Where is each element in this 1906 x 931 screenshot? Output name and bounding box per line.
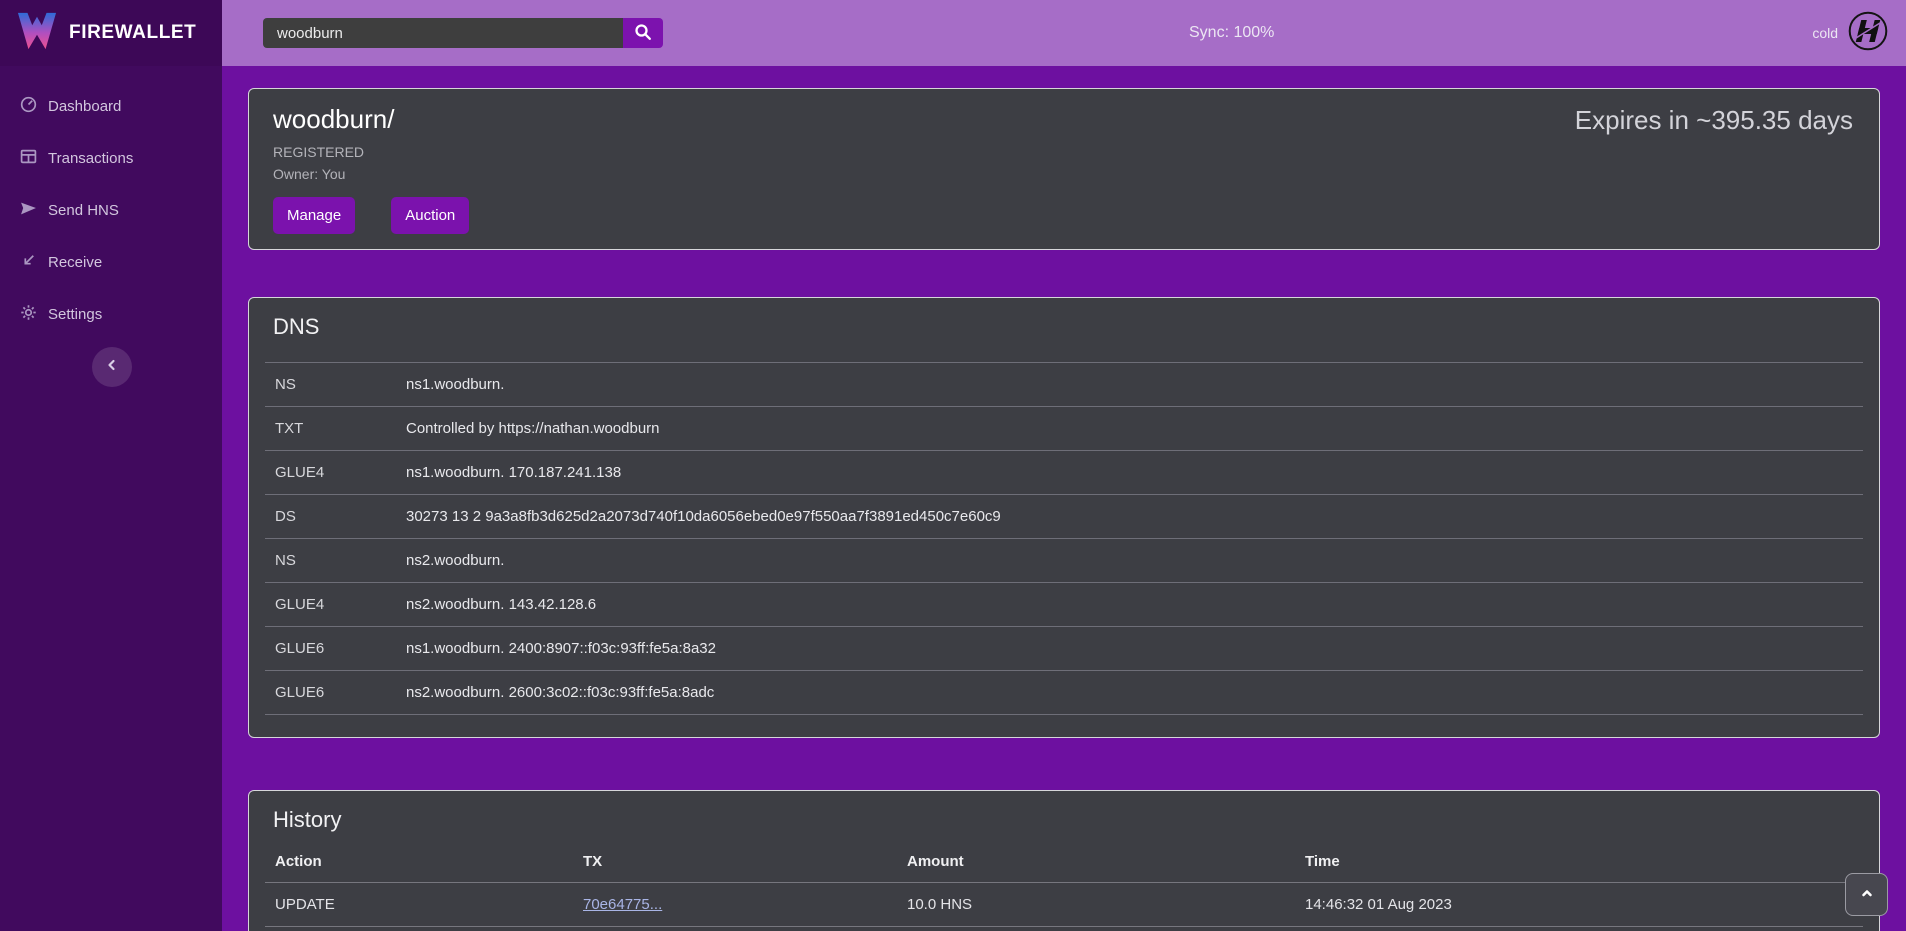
tx-hash-link[interactable]: 70e64775... xyxy=(583,896,662,913)
dns-record-type: NS xyxy=(265,539,396,583)
scroll-to-top-button[interactable] xyxy=(1845,873,1888,916)
sidebar-item-settings[interactable]: Settings xyxy=(0,288,222,340)
arrow-down-left-icon xyxy=(20,252,37,273)
history-amount: 10.0 HNS xyxy=(897,927,1295,931)
name-actions: Manage Auction xyxy=(273,197,1855,234)
sidebar-item-receive[interactable]: Receive xyxy=(0,236,222,288)
topbar: Sync: 100% cold xyxy=(222,0,1906,66)
history-header-row: Action TX Amount Time xyxy=(265,841,1863,883)
handshake-logo-icon xyxy=(1848,11,1888,56)
dns-record-value: ns1.woodburn. xyxy=(396,363,1863,407)
dns-record-value: Controlled by https://nathan.woodburn xyxy=(396,407,1863,451)
dns-card: DNS NS ns1.woodburn. TXT Controlled by h… xyxy=(248,297,1880,738)
dns-record-value: ns2.woodburn. 143.42.128.6 xyxy=(396,583,1863,627)
search-bar xyxy=(263,18,663,48)
sidebar-item-label: Transactions xyxy=(48,150,133,167)
history-row: RENEW d70c4a75... 10.0 HNS 15:17:35 07 J… xyxy=(265,927,1863,931)
name-card: woodburn/ REGISTERED Owner: You Expires … xyxy=(248,88,1880,250)
dns-record-type: GLUE4 xyxy=(265,451,396,495)
owner-label: Owner: You xyxy=(273,166,1855,182)
history-col-action: Action xyxy=(265,841,573,883)
dns-record-row: GLUE4 ns1.woodburn. 170.187.241.138 xyxy=(265,451,1863,495)
wallet-name: cold xyxy=(1812,25,1838,41)
dns-table: NS ns1.woodburn. TXT Controlled by https… xyxy=(265,362,1863,715)
history-time: 15:17:35 07 Jul 2023 xyxy=(1295,927,1863,931)
history-col-time: Time xyxy=(1295,841,1863,883)
sidebar-item-dashboard[interactable]: Dashboard xyxy=(0,80,222,132)
history-time: 14:46:32 01 Aug 2023 xyxy=(1295,883,1863,927)
history-card: History Action TX Amount Time UPDATE 70e… xyxy=(248,790,1880,931)
history-section-title: History xyxy=(265,807,1863,833)
sidebar-item-label: Settings xyxy=(48,306,102,323)
dns-record-value: 30273 13 2 9a3a8fb3d625d2a2073d740f10da6… xyxy=(396,495,1863,539)
manage-button[interactable]: Manage xyxy=(273,197,355,234)
dns-record-value: ns2.woodburn. 2600:3c02::f03c:93ff:fe5a:… xyxy=(396,671,1863,715)
sidebar-item-transactions[interactable]: Transactions xyxy=(0,132,222,184)
search-icon xyxy=(634,23,652,44)
expires-label: Expires in ~395.35 days xyxy=(1575,105,1853,136)
sidebar-item-send-hns[interactable]: Send HNS xyxy=(0,184,222,236)
search-button[interactable] xyxy=(623,18,663,48)
dns-record-row: GLUE6 ns1.woodburn. 2400:8907::f03c:93ff… xyxy=(265,627,1863,671)
dns-record-type: TXT xyxy=(265,407,396,451)
dns-record-row: GLUE6 ns2.woodburn. 2600:3c02::f03c:93ff… xyxy=(265,671,1863,715)
sidebar-item-label: Receive xyxy=(48,254,102,271)
sidebar: FIREWALLET Dashboard Transactions xyxy=(0,0,222,931)
history-amount: 10.0 HNS xyxy=(897,883,1295,927)
dns-record-row: TXT Controlled by https://nathan.woodbur… xyxy=(265,407,1863,451)
dns-record-value: ns1.woodburn. 170.187.241.138 xyxy=(396,451,1863,495)
sync-status: Sync: 100% xyxy=(1189,0,1274,66)
auction-button[interactable]: Auction xyxy=(391,197,469,234)
sidebar-item-label: Send HNS xyxy=(48,202,119,219)
dns-record-type: GLUE6 xyxy=(265,627,396,671)
search-input[interactable] xyxy=(263,18,623,48)
dns-record-row: NS ns1.woodburn. xyxy=(265,363,1863,407)
app-title: FIREWALLET xyxy=(69,22,196,44)
sidebar-nav: Dashboard Transactions Send HNS xyxy=(0,66,222,340)
registration-status: REGISTERED xyxy=(273,144,1855,160)
dns-record-type: DS xyxy=(265,495,396,539)
dns-record-type: GLUE6 xyxy=(265,671,396,715)
brand-header: FIREWALLET xyxy=(0,0,222,66)
sidebar-collapse-button[interactable] xyxy=(92,347,132,387)
gauge-icon xyxy=(20,96,37,117)
history-row: UPDATE 70e64775... 10.0 HNS 14:46:32 01 … xyxy=(265,883,1863,927)
dns-record-type: NS xyxy=(265,363,396,407)
sidebar-item-label: Dashboard xyxy=(48,98,121,115)
dns-record-type: GLUE4 xyxy=(265,583,396,627)
table-icon xyxy=(20,148,37,169)
firewallet-logo-icon xyxy=(16,11,58,56)
dns-record-row: NS ns2.woodburn. xyxy=(265,539,1863,583)
history-table: Action TX Amount Time UPDATE 70e64775...… xyxy=(265,841,1863,931)
chevron-up-icon xyxy=(1859,885,1875,904)
dns-record-value: ns2.woodburn. xyxy=(396,539,1863,583)
gear-icon xyxy=(20,304,37,325)
dns-record-row: GLUE4 ns2.woodburn. 143.42.128.6 xyxy=(265,583,1863,627)
history-col-tx: TX xyxy=(573,841,897,883)
paper-plane-icon xyxy=(20,200,37,221)
dns-record-row: DS 30273 13 2 9a3a8fb3d625d2a2073d740f10… xyxy=(265,495,1863,539)
history-action: RENEW xyxy=(265,927,573,931)
dns-record-value: ns1.woodburn. 2400:8907::f03c:93ff:fe5a:… xyxy=(396,627,1863,671)
dns-section-title: DNS xyxy=(265,314,1863,340)
wallet-indicator[interactable]: cold xyxy=(1812,0,1888,66)
main-content: woodburn/ REGISTERED Owner: You Expires … xyxy=(222,66,1906,931)
chevron-left-icon xyxy=(104,357,120,378)
history-col-amount: Amount xyxy=(897,841,1295,883)
history-action: UPDATE xyxy=(265,883,573,927)
